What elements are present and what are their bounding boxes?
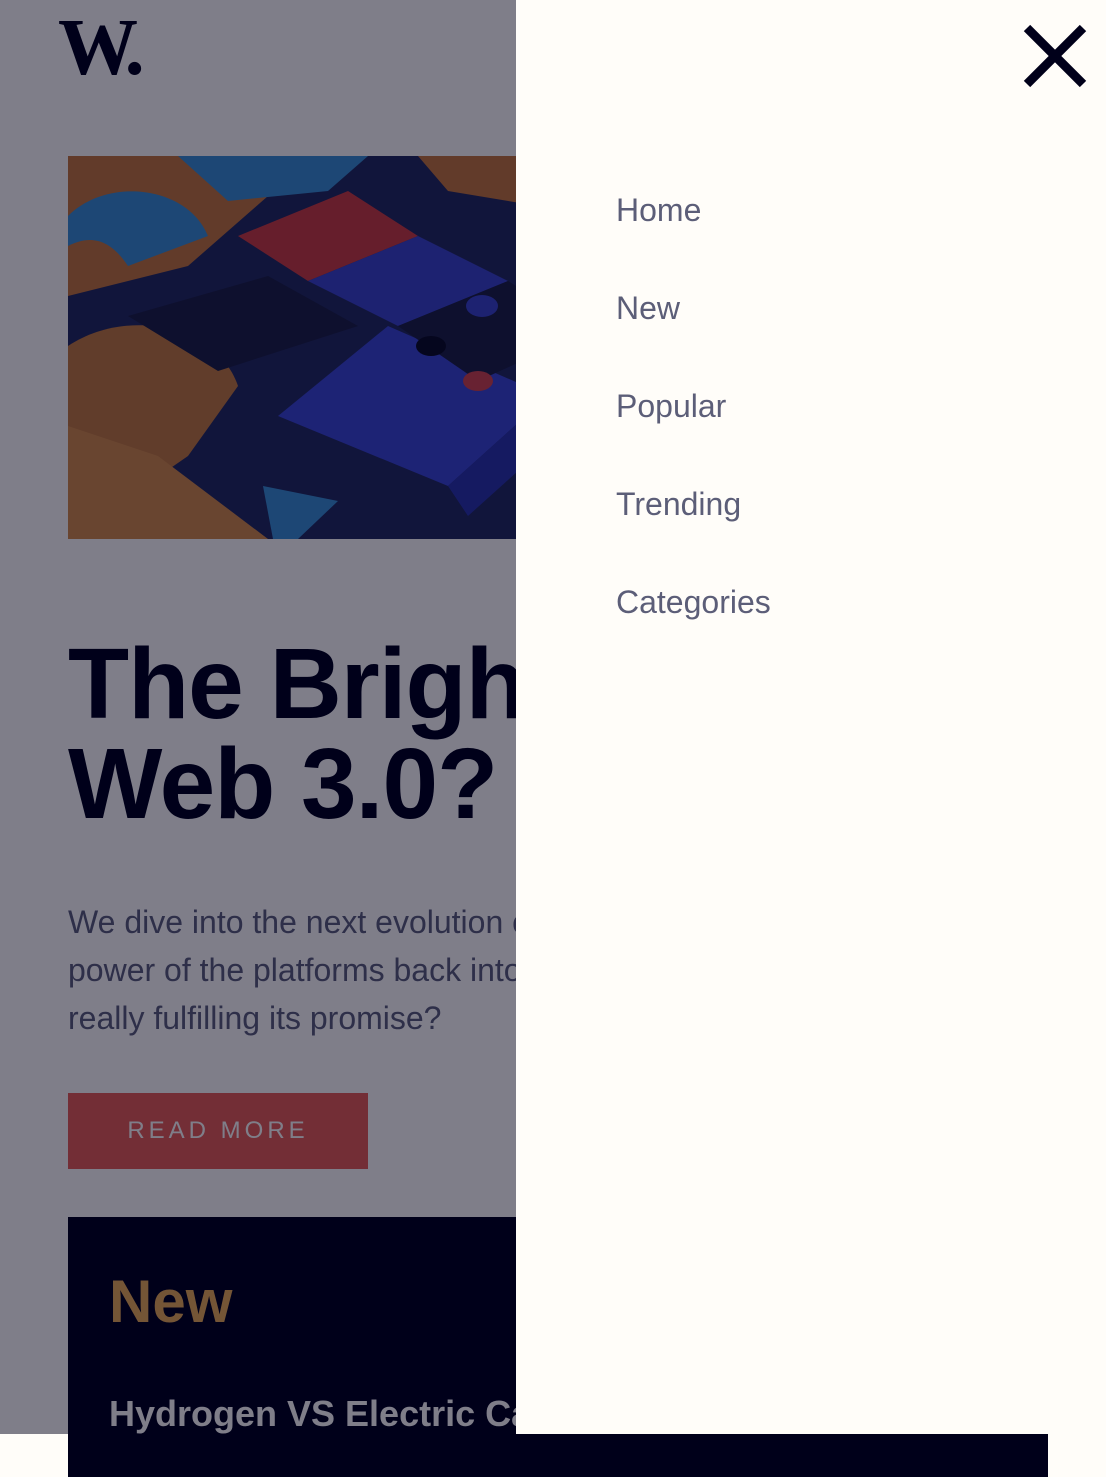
menu-item-trending: Trending <box>616 482 771 580</box>
menu-item-new: New <box>616 286 771 384</box>
menu-link-home[interactable]: Home <box>616 188 771 232</box>
menu-item-categories: Categories <box>616 580 771 678</box>
close-menu-button[interactable] <box>1019 20 1091 92</box>
menu-item-popular: Popular <box>616 384 771 482</box>
menu-item-home: Home <box>616 188 771 286</box>
menu-link-new[interactable]: New <box>616 286 771 330</box>
menu-link-popular[interactable]: Popular <box>616 384 771 428</box>
mobile-menu-drawer <box>516 0 1106 1434</box>
close-icon <box>1023 24 1087 88</box>
menu-link-trending[interactable]: Trending <box>616 482 771 526</box>
menu-list: Home New Popular Trending Categories <box>616 188 771 678</box>
menu-link-categories[interactable]: Categories <box>616 580 771 624</box>
